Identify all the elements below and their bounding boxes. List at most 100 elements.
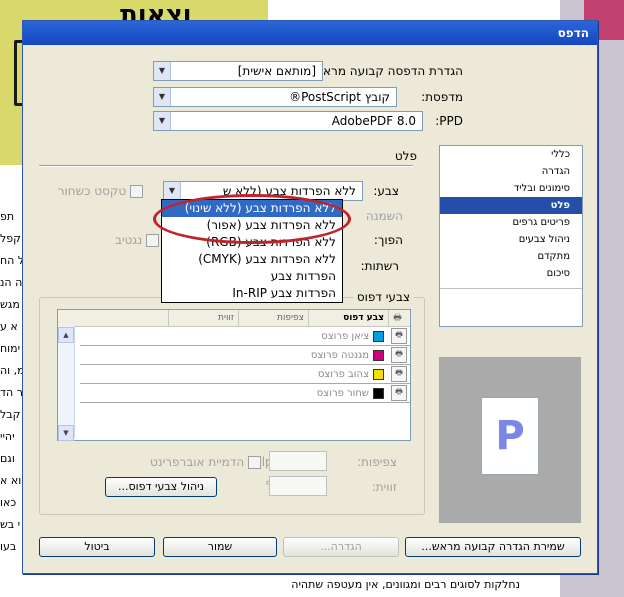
frequency-label: צפיפות:	[357, 455, 397, 469]
chevron-down-icon[interactable]: ▼	[154, 112, 171, 130]
color-label: צבע:	[373, 184, 399, 198]
ink-row[interactable]: 🖶 מגנטה פרוצס	[80, 346, 410, 365]
background-text-fragment: ל הח	[0, 254, 22, 267]
ink-swatch	[373, 368, 384, 380]
section-title: פלט	[394, 149, 417, 163]
nav-item[interactable]: סימונים ובליד	[440, 180, 582, 197]
negative-label: נגטיב	[115, 233, 143, 247]
color-option[interactable]: ללא הפרדות צבע (CMYK)	[162, 251, 342, 268]
printer-icon: 🖶	[388, 310, 410, 326]
ink-swatch	[373, 387, 384, 399]
section-separator	[39, 165, 413, 167]
background-text-fragment: י בש	[0, 518, 21, 531]
printer-row: מדפסת: קובץ PostScript® ▼	[153, 87, 463, 109]
preset-label: הגדרת הדפסה קבועה מראש:	[310, 64, 463, 78]
text-black-checkbox[interactable]	[130, 185, 143, 198]
ink-row[interactable]: 🖶 צהוב פרוצס	[80, 365, 410, 384]
nav-item[interactable]: פלט	[440, 197, 582, 214]
highlight-ellipse	[153, 194, 351, 244]
background-text-fragment: מ, וה	[0, 364, 22, 377]
inks-table-header: 🖶 צבע דפוס צפיפות זווית	[58, 310, 410, 327]
setup-button[interactable]: הגדרה...	[283, 537, 399, 557]
text-black-label: טקסט כשחור	[57, 184, 127, 198]
header-ink[interactable]: צבע דפוס	[308, 310, 388, 326]
angle-label: זווית:	[371, 480, 397, 494]
text-black-row: טקסט כשחור	[43, 184, 143, 198]
dialog-title: הדפס	[557, 26, 589, 40]
screening-label: רשתות:	[360, 259, 399, 273]
printer-value: קובץ PostScript®	[289, 90, 390, 104]
background-text-fragment: קפל	[0, 232, 21, 245]
angle-unit: °	[265, 479, 271, 493]
header-frequency[interactable]: צפיפות	[238, 310, 308, 326]
nav-item[interactable]: הגדרה	[440, 163, 582, 180]
ink-row[interactable]: 🖶 ציאן פרוצס	[80, 327, 410, 346]
background-text-fragment: ר הד	[0, 386, 22, 399]
simulate-overprint-label: הדמיית אוברפרינט	[150, 455, 245, 469]
scroll-up-icon[interactable]: ▲	[58, 327, 74, 343]
color-option[interactable]: הפרדות צבע	[162, 268, 342, 285]
ink-swatch	[373, 349, 384, 361]
print-preview: P	[439, 357, 581, 523]
print-ink-icon[interactable]: 🖶	[391, 385, 407, 401]
background-text-fragment: וא א	[0, 474, 22, 487]
background-text-fragment: קבל	[0, 408, 21, 421]
nav-separator	[440, 288, 582, 289]
inks-group-title: צבעי דפוס	[352, 290, 414, 304]
ink-name: מגנטה פרוצס	[310, 349, 369, 361]
preset-select[interactable]: [מותאם אישית] ▼	[153, 61, 323, 81]
save-button[interactable]: שמור	[163, 537, 277, 557]
ink-row[interactable]: 🖶 שחור פרוצס	[80, 384, 410, 403]
screening-row: רשתות:	[339, 259, 399, 273]
background-text-fragment: ימוח	[0, 342, 21, 355]
save-preset-button[interactable]: שמירת הגדרה קבועה מראש...	[405, 537, 581, 557]
nav-item[interactable]: סיכום	[440, 265, 582, 282]
dialog-titlebar[interactable]: הדפס	[23, 21, 597, 45]
color-option[interactable]: הפרדות צבע In-RIP	[162, 285, 342, 302]
background-text-fragment: בעו	[0, 540, 17, 553]
nav-item[interactable]: כללי	[440, 146, 582, 163]
inks-scrollbar[interactable]: ▲ ▼	[58, 326, 75, 441]
printer-label: מדפסת:	[421, 90, 463, 104]
ink-swatch	[373, 330, 384, 342]
print-dialog: הדפס הגדרת הדפסה קבועה מראש: [מותאם אישי…	[22, 20, 598, 574]
background-text-fragment: ה הנ	[0, 276, 22, 289]
printer-select[interactable]: קובץ PostScript® ▼	[153, 87, 397, 107]
background-text-fragment: יהיי	[0, 430, 15, 443]
scroll-down-icon[interactable]: ▼	[58, 425, 74, 441]
background-text-fragment: וגם	[0, 452, 15, 465]
nav-item[interactable]: ניהול צבעים	[440, 231, 582, 248]
ink-manager-button[interactable]: ניהול צבעי דפוס...	[105, 477, 217, 497]
frequency-input[interactable]	[269, 451, 327, 471]
background-text-fragment: תפ	[0, 210, 15, 223]
chevron-down-icon[interactable]: ▼	[154, 88, 171, 106]
print-ink-icon[interactable]: 🖶	[391, 366, 407, 382]
ppd-value: AdobePDF 8.0	[331, 114, 416, 128]
print-ink-icon[interactable]: 🖶	[391, 347, 407, 363]
print-ink-icon[interactable]: 🖶	[391, 328, 407, 344]
preview-page: P	[481, 397, 539, 475]
flip-label: הפוך:	[373, 233, 403, 247]
ppd-select[interactable]: AdobePDF 8.0 ▼	[153, 111, 423, 131]
nav-item[interactable]: מתקדם	[440, 248, 582, 265]
header-angle[interactable]: זווית	[168, 310, 238, 326]
background-text-fragment: כאו	[0, 496, 17, 509]
negative-row: נגטיב	[89, 233, 159, 247]
background-text-fragment: מגש	[0, 298, 20, 311]
ppd-row: PPD: AdobePDF 8.0 ▼	[153, 111, 463, 133]
ink-name: שחור פרוצס	[316, 387, 369, 399]
preset-row: הגדרת הדפסה קבועה מראש: [מותאם אישית] ▼	[153, 61, 463, 83]
inks-table[interactable]: 🖶 צבע דפוס צפיפות זווית 🖶 ציאן פרוצס 🖶 מגנט…	[57, 309, 411, 441]
angle-input[interactable]	[269, 476, 327, 496]
nav-item[interactable]: פריטים גרפים	[440, 214, 582, 231]
simulate-overprint-row: הדמיית אוברפרינט	[101, 455, 261, 469]
chevron-down-icon[interactable]: ▼	[164, 182, 181, 200]
category-list[interactable]: כללי הגדרה סימונים ובליד פלט פריטים גרפים ניה…	[439, 145, 583, 327]
cancel-button[interactable]: ביטול	[39, 537, 155, 557]
ink-name: ציאן פרוצס	[321, 330, 369, 342]
negative-checkbox[interactable]	[146, 234, 159, 247]
preset-value: [מותאם אישית]	[237, 64, 316, 78]
trapping-label: השמנה	[365, 209, 403, 223]
trapping-row: השמנה	[353, 209, 403, 223]
chevron-down-icon[interactable]: ▼	[154, 62, 171, 80]
